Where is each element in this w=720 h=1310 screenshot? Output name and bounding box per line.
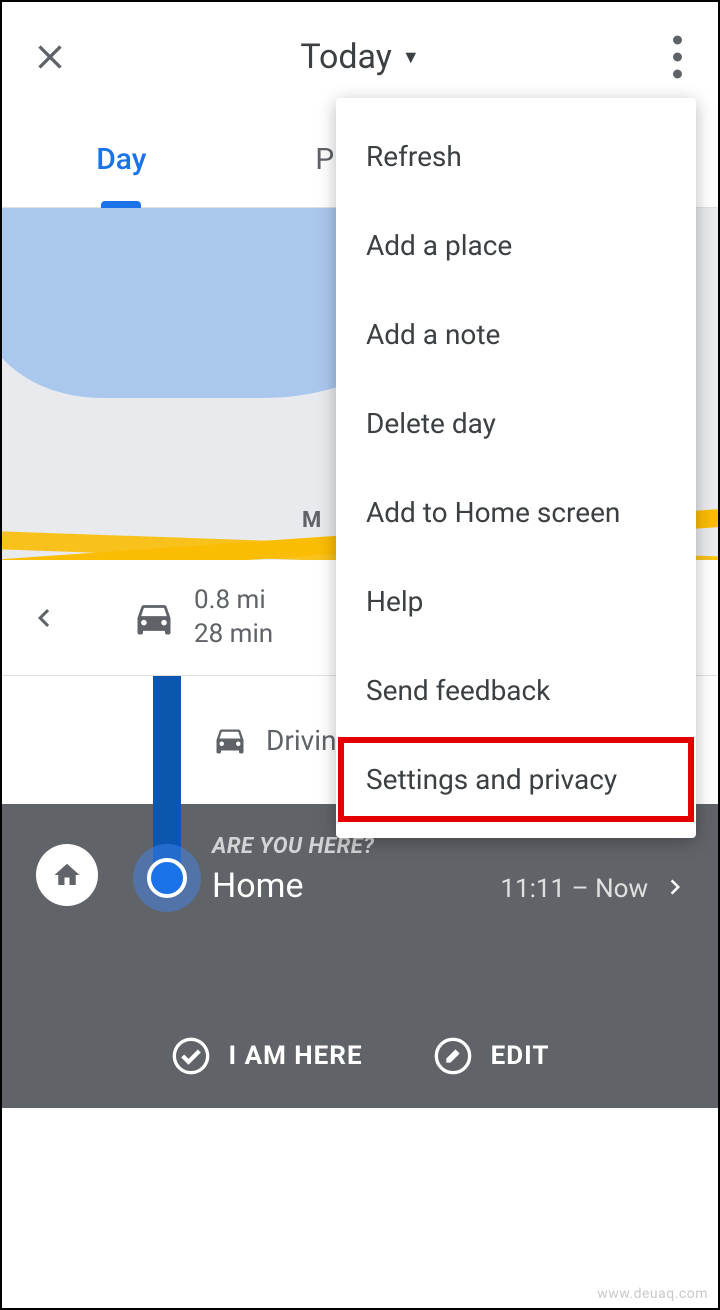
title-dropdown[interactable]: Today ▼ (300, 37, 419, 77)
edit-button[interactable]: EDIT (433, 1036, 550, 1076)
menu-refresh[interactable]: Refresh (336, 112, 696, 201)
tab-day[interactable]: Day (2, 112, 241, 207)
segment-content: Driving (212, 722, 352, 758)
car-icon (132, 596, 176, 640)
distance-miles: 0.8 mi (194, 584, 273, 618)
place-name: Home (212, 866, 304, 906)
kebab-dot-icon (673, 70, 682, 79)
home-icon (52, 860, 82, 890)
close-icon[interactable] (30, 37, 70, 77)
location-dot-icon (147, 858, 187, 898)
check-circle-icon (171, 1036, 211, 1076)
map-city-label: M (302, 508, 322, 533)
watermark-text: www.deuaq.com (597, 1286, 708, 1302)
menu-add-note[interactable]: Add a note (336, 290, 696, 379)
menu-add-place[interactable]: Add a place (336, 201, 696, 290)
menu-delete-day[interactable]: Delete day (336, 379, 696, 468)
edit-circle-icon (433, 1036, 473, 1076)
kebab-dot-icon (673, 36, 682, 45)
distance-text: 0.8 mi 28 min (194, 584, 273, 652)
place-card[interactable]: ARE YOU HERE? Home 11:11 – Now I AM HERE… (2, 804, 718, 1108)
app-frame: Today ▼ Day Places Cities M 0.8 mi 28 mi… (0, 0, 720, 1310)
kebab-dot-icon (673, 53, 682, 62)
overflow-menu: Refresh Add a place Add a note Delete da… (336, 98, 696, 838)
chevron-right-icon[interactable] (660, 872, 690, 902)
menu-send-feedback[interactable]: Send feedback (336, 646, 696, 735)
place-time: 11:11 – Now (500, 874, 648, 904)
header-bar: Today ▼ (2, 2, 718, 112)
menu-help[interactable]: Help (336, 557, 696, 646)
menu-add-home-screen[interactable]: Add to Home screen (336, 468, 696, 557)
car-icon (212, 722, 248, 758)
confirm-label: I AM HERE (229, 1041, 363, 1071)
home-badge (36, 844, 98, 906)
overflow-menu-button[interactable] (673, 36, 682, 79)
distance-duration: 28 min (194, 618, 273, 652)
header-title: Today (300, 37, 392, 77)
back-chevron-icon[interactable] (26, 600, 62, 636)
confirm-here-button[interactable]: I AM HERE (171, 1036, 363, 1076)
edit-label: EDIT (491, 1041, 550, 1071)
menu-settings-privacy[interactable]: Settings and privacy (336, 735, 696, 824)
place-actions: I AM HERE EDIT (2, 1036, 718, 1076)
dropdown-triangle-icon: ▼ (402, 47, 420, 68)
timeline-line (153, 676, 181, 804)
